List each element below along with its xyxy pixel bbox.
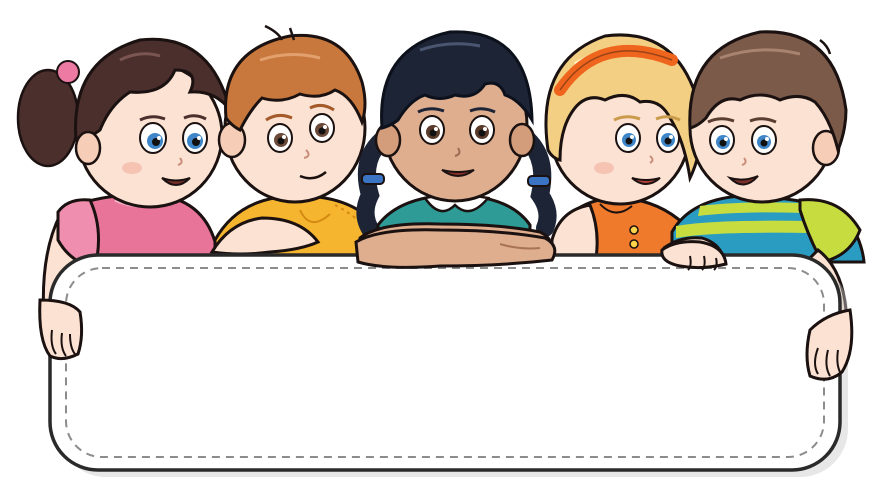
arms-center-on-sign: [354, 228, 557, 269]
kids-with-blank-sign-illustration: [0, 0, 879, 487]
hand-left-on-sign: [38, 298, 84, 361]
child-girl-teal-top: [356, 30, 557, 262]
blank-sign: [48, 253, 848, 477]
illustration-canvas: [16, 24, 866, 477]
child-boy-yellow-shirt: [209, 24, 382, 264]
